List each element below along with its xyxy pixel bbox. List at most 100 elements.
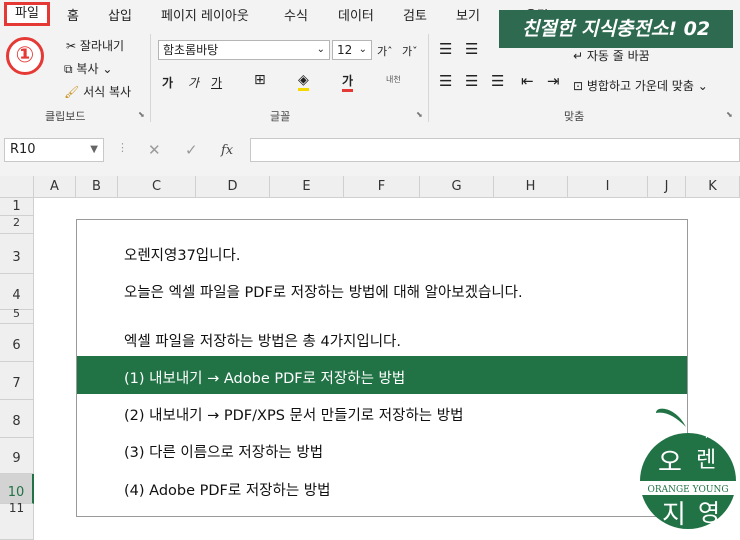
format-painter-button[interactable]: 🖌 서식 복사 [64, 83, 131, 100]
wrap-text-button[interactable]: ↵ 자동 줄 바꿈 [573, 47, 650, 64]
column-header[interactable]: I [568, 176, 648, 198]
column-header[interactable]: C [118, 176, 196, 198]
svg-text:오: 오 [658, 448, 682, 478]
method-item-3: (3) 다른 이름으로 저장하는 방법 [124, 445, 324, 461]
phonetic-icon[interactable]: 내천 [386, 74, 401, 85]
alignment-group-label: 맞춤 [564, 110, 585, 123]
column-header[interactable]: G [420, 176, 494, 198]
tab-file[interactable]: 파일 [4, 2, 50, 26]
svg-text:ORANGE YOUNG: ORANGE YOUNG [647, 485, 728, 495]
select-all-corner[interactable] [0, 176, 34, 198]
paintbrush-icon: 🖌 [64, 85, 80, 99]
more-icon: ⋮ [117, 141, 128, 154]
column-header[interactable]: H [494, 176, 568, 198]
svg-text:렌: 렌 [696, 448, 716, 473]
svg-text:3: 3 [670, 421, 678, 436]
row-header[interactable]: 3 [0, 234, 34, 274]
column-header[interactable]: E [270, 176, 344, 198]
copy-icon: ⧉ [64, 62, 73, 76]
borders-icon[interactable]: ⊞ [254, 72, 266, 88]
column-header[interactable]: D [196, 176, 270, 198]
column-header[interactable]: B [76, 176, 118, 198]
tab-insert[interactable]: 삽입 [108, 5, 132, 24]
font-group-label: 글꼴 [270, 110, 291, 123]
enter-icon[interactable]: ✓ [185, 141, 198, 159]
wrap-text-icon: ↵ [573, 49, 584, 63]
method-item-2: (2) 내보내기 → PDF/XPS 문서 만들기로 저장하는 방법 [124, 408, 464, 424]
dialog-launcher-icon[interactable]: ⬊ [726, 110, 733, 119]
svg-text:영: 영 [698, 499, 720, 527]
format-painter-label: 서식 복사 [83, 85, 132, 99]
merge-center-label: 병합하고 가운데 맞춤 [586, 79, 694, 93]
shrink-font-button[interactable]: 가ˇ [402, 43, 418, 59]
dialog-launcher-icon[interactable]: ⬊ [138, 110, 145, 119]
italic-button[interactable]: 가 [188, 74, 199, 91]
merge-center-button[interactable]: ⊡ 병합하고 가운데 맞춤 ⌄ [573, 77, 708, 94]
formula-input[interactable] [250, 138, 740, 162]
dialog-launcher-icon[interactable]: ⬊ [416, 110, 423, 119]
font-size-value: 12 [337, 43, 353, 57]
row-header[interactable]: 1 [0, 198, 34, 216]
tab-review[interactable]: 검토 [403, 5, 427, 24]
column-header[interactable]: A [34, 176, 76, 198]
column-header[interactable]: K [686, 176, 740, 198]
tab-home[interactable]: 홈 [67, 5, 79, 24]
font-size-select[interactable]: 12 ⌄ [332, 40, 372, 60]
font-name-value: 함초롬바탕 [163, 43, 219, 57]
method-item-4: (4) Adobe PDF로 저장하는 방법 [124, 483, 331, 499]
column-header[interactable]: J [648, 176, 686, 198]
name-box-value: R10 [10, 142, 36, 157]
summary-line: 엑셀 파일을 저장하는 방법은 총 4가지입니다. [124, 334, 401, 350]
copy-button[interactable]: ⧉ 복사 ⌄ [64, 60, 112, 77]
row-header[interactable]: 7 [0, 362, 34, 400]
column-header[interactable]: F [344, 176, 420, 198]
chevron-down-icon: ⌄ [102, 62, 113, 76]
divider [428, 34, 429, 122]
cancel-icon[interactable]: ✕ [148, 141, 161, 159]
svg-text:지: 지 [662, 500, 686, 530]
align-top-icon[interactable]: ☰ [439, 40, 452, 58]
row-header[interactable]: 4 [0, 274, 34, 310]
chevron-down-icon: ⌄ [316, 44, 325, 55]
align-right-icon[interactable]: ☰ [491, 72, 504, 90]
fill-color-icon[interactable]: ◈ [298, 72, 309, 91]
scissors-icon: ✂ [66, 39, 77, 53]
name-box[interactable]: R10 ▼ [4, 138, 104, 162]
row-header[interactable]: 9 [0, 438, 34, 474]
chevron-down-icon: ▼ [90, 144, 98, 155]
decrease-indent-icon[interactable]: ⇤ [521, 72, 534, 90]
chevron-down-icon: ⌄ [358, 44, 367, 55]
align-middle-icon[interactable]: ☰ [465, 40, 478, 58]
method-item-1: (1) 내보내기 → Adobe PDF로 저장하는 방법 [124, 371, 406, 387]
font-name-select[interactable]: 함초롬바탕 ⌄ [158, 40, 330, 60]
tab-formulas[interactable]: 수식 [284, 5, 308, 24]
intro-line: 오렌지영37입니다. [124, 248, 241, 264]
insert-function-button[interactable]: fx [221, 143, 233, 158]
divider [150, 34, 151, 122]
bold-button[interactable]: 가 [162, 74, 173, 91]
underline-button[interactable]: 가 [211, 74, 222, 91]
svg-text:7: 7 [703, 427, 711, 442]
row-header[interactable]: 5 [0, 308, 34, 324]
banner-title: 친절한 지식충전소! 02 [499, 10, 733, 48]
font-color-icon[interactable]: 가 [342, 72, 354, 92]
chevron-down-icon: ⌄ [697, 79, 708, 93]
tab-data[interactable]: 데이터 [338, 5, 374, 24]
row-header[interactable]: 11 [0, 502, 34, 540]
row-header[interactable]: 8 [0, 400, 34, 438]
row-header-selected[interactable]: 10 [0, 474, 34, 504]
align-left-icon[interactable]: ☰ [439, 72, 452, 90]
copy-label: 복사 [76, 62, 99, 76]
tab-view[interactable]: 보기 [456, 5, 480, 24]
grow-font-button[interactable]: 가ˆ [377, 43, 393, 59]
orange-young-logo: 3 7 오 렌 ORANGE YOUNG 지 영 [638, 408, 738, 530]
row-header[interactable]: 6 [0, 324, 34, 362]
step-marker: ① [6, 37, 44, 75]
increase-indent-icon[interactable]: ⇥ [547, 72, 560, 90]
wrap-text-label: 자동 줄 바꿈 [586, 49, 650, 63]
tab-page-layout[interactable]: 페이지 레이아웃 [161, 5, 249, 24]
topic-line: 오늘은 엑셀 파일을 PDF로 저장하는 방법에 대해 알아보겠습니다. [124, 285, 523, 301]
align-center-icon[interactable]: ☰ [465, 72, 478, 90]
row-header[interactable]: 2 [0, 216, 34, 234]
cut-button[interactable]: ✂ 잘라내기 [66, 37, 124, 54]
